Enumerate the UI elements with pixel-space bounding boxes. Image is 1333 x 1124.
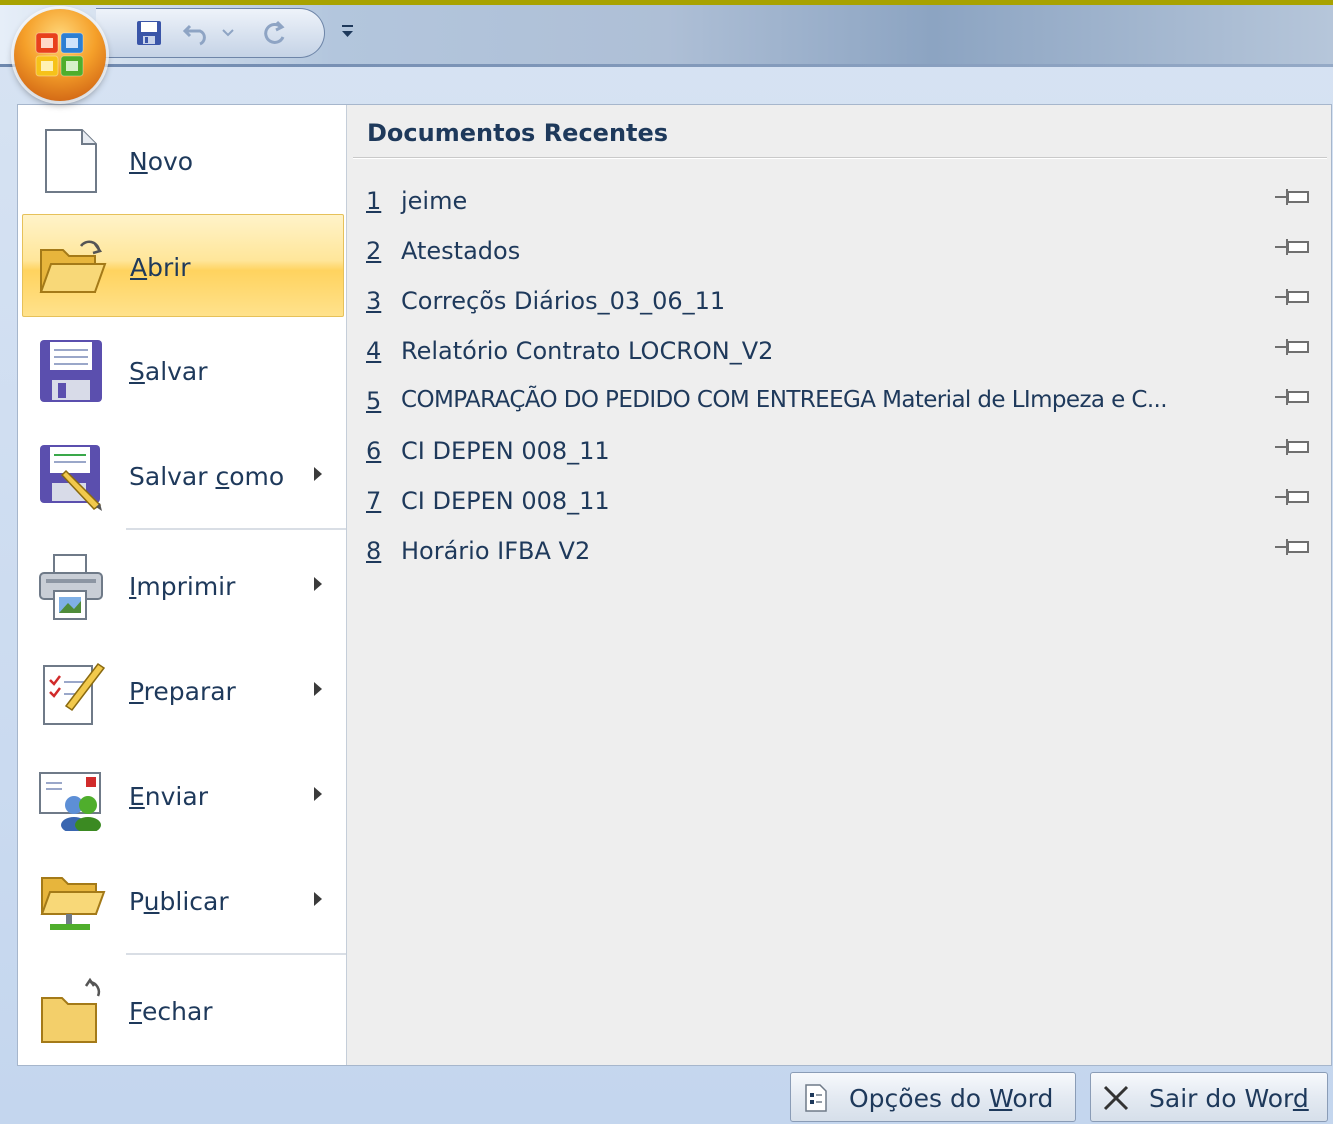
submenu-arrow-icon: [314, 892, 322, 906]
office-menu-footer: Opções do Word Sair do Word: [0, 1064, 1333, 1124]
pin-icon[interactable]: [1273, 385, 1313, 409]
menu-label-abrir: Abrir: [130, 253, 191, 282]
recent-document-item[interactable]: 1 jeime: [347, 175, 1331, 225]
pin-icon[interactable]: [1273, 535, 1313, 559]
menu-separator: [126, 953, 346, 956]
pin-icon[interactable]: [1273, 285, 1313, 309]
save-as-icon: [40, 445, 102, 511]
recent-item-number: 7: [366, 487, 382, 515]
new-document-icon: [45, 129, 97, 193]
recent-documents-title: Documentos Recentes: [367, 119, 669, 147]
recent-item-number: 1: [366, 187, 382, 215]
office-menu-commands: Novo Abrir Salvar Salvar como Imprimir P…: [18, 105, 347, 1065]
pin-icon[interactable]: [1273, 185, 1313, 209]
recent-title-separator: [353, 157, 1327, 159]
submenu-arrow-icon: [314, 787, 322, 801]
recent-document-item[interactable]: 3 Correçõs Diários_03_06_11: [347, 275, 1331, 325]
menu-item-publicar[interactable]: Publicar: [22, 849, 344, 952]
menu-item-novo[interactable]: Novo: [22, 109, 344, 212]
exit-word-button[interactable]: Sair do Word: [1090, 1072, 1328, 1122]
customize-qat-icon[interactable]: [336, 18, 360, 46]
menu-separator: [126, 528, 346, 531]
recent-item-number: 3: [366, 287, 382, 315]
submenu-arrow-icon: [314, 682, 322, 696]
office-button[interactable]: [14, 9, 106, 101]
menu-label-imprimir: Imprimir: [129, 572, 236, 601]
menu-item-fechar[interactable]: Fechar: [22, 959, 344, 1062]
menu-item-abrir[interactable]: Abrir: [22, 214, 344, 317]
recent-document-item[interactable]: 2 Atestados: [347, 225, 1331, 275]
recent-document-item[interactable]: 7 CI DEPEN 008_11: [347, 475, 1331, 525]
recent-item-name: Correçõs Diários_03_06_11: [401, 287, 726, 315]
publish-icon: [40, 877, 106, 930]
prepare-icon: [43, 662, 106, 725]
undo-icon[interactable]: [180, 17, 214, 49]
word-window: Novo Abrir Salvar Salvar como Imprimir P…: [0, 0, 1333, 1124]
menu-item-preparar[interactable]: Preparar: [22, 639, 344, 742]
recent-item-number: 6: [366, 437, 382, 465]
exit-word-label: Sair do Word: [1149, 1084, 1309, 1113]
recent-item-name: Relatório Contrato LOCRON_V2: [401, 337, 774, 365]
menu-label-fechar: Fechar: [129, 997, 213, 1026]
recent-item-name: jeime: [401, 187, 468, 215]
pin-icon[interactable]: [1273, 335, 1313, 359]
recent-item-number: 4: [366, 337, 382, 365]
recent-document-item[interactable]: 6 CI DEPEN 008_11: [347, 425, 1331, 475]
pin-icon[interactable]: [1273, 485, 1313, 509]
redo-icon[interactable]: [258, 17, 292, 49]
office-logo-icon: [35, 32, 84, 77]
recent-item-name: COMPARAÇÃO DO PEDIDO COM ENTREEGA Materi…: [401, 387, 1168, 413]
recent-documents-panel: Documentos Recentes 1 jeime 2 Atestados …: [347, 105, 1331, 1065]
undo-dropdown-icon[interactable]: [218, 17, 238, 49]
save-disk-icon: [40, 340, 102, 402]
menu-label-preparar: Preparar: [129, 677, 236, 706]
recent-item-number: 8: [366, 537, 382, 565]
word-options-button[interactable]: Opções do Word: [790, 1072, 1076, 1122]
close-folder-icon: [41, 977, 101, 1043]
pin-icon[interactable]: [1273, 435, 1313, 459]
office-menu-panel: Novo Abrir Salvar Salvar como Imprimir P…: [17, 104, 1332, 1066]
submenu-arrow-icon: [314, 467, 322, 481]
menu-label-novo: Novo: [129, 147, 194, 176]
menu-item-salvar-como[interactable]: Salvar como: [22, 424, 344, 527]
pin-icon[interactable]: [1273, 235, 1313, 259]
quick-access-toolbar: [96, 8, 325, 58]
options-document-icon: [805, 1084, 827, 1112]
recent-item-number: 2: [366, 237, 382, 265]
menu-item-salvar[interactable]: Salvar: [22, 319, 344, 422]
menu-label-salvar: Salvar: [129, 357, 208, 386]
open-folder-icon: [39, 240, 107, 293]
recent-document-item[interactable]: 8 Horário IFBA V2: [347, 525, 1331, 575]
recent-document-item[interactable]: 5 COMPARAÇÃO DO PEDIDO COM ENTREEGA Mate…: [347, 375, 1331, 425]
menu-item-imprimir[interactable]: Imprimir: [22, 534, 344, 637]
menu-label-enviar: Enviar: [129, 782, 208, 811]
submenu-arrow-icon: [314, 577, 322, 591]
recent-item-name: Horário IFBA V2: [401, 537, 591, 565]
word-options-label: Opções do Word: [849, 1084, 1054, 1113]
recent-item-name: CI DEPEN 008_11: [401, 437, 610, 465]
recent-item-name: Atestados: [401, 237, 521, 265]
send-icon: [39, 772, 101, 831]
recent-document-item[interactable]: 4 Relatório Contrato LOCRON_V2: [347, 325, 1331, 375]
close-x-icon: [1103, 1085, 1129, 1111]
recent-item-name: CI DEPEN 008_11: [401, 487, 610, 515]
menu-label-salvar-como: Salvar como: [129, 462, 285, 491]
recent-item-number: 5: [366, 387, 382, 415]
printer-icon: [39, 554, 103, 620]
menu-label-publicar: Publicar: [129, 887, 229, 916]
menu-item-enviar[interactable]: Enviar: [22, 744, 344, 847]
save-icon[interactable]: [132, 17, 166, 49]
